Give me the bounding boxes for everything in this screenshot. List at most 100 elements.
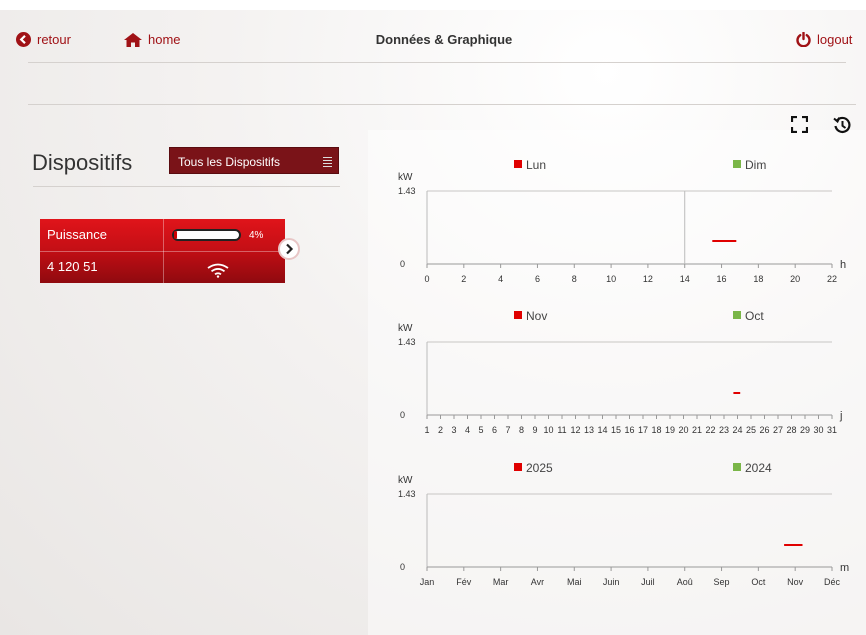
x-tick-label: 14 [597,425,607,435]
x-tick-label: 27 [773,425,783,435]
x-tick-label: Jan [420,577,435,587]
y-axis-label: kW [398,323,413,334]
logout-label: logout [817,32,853,47]
legend-swatch-2 [733,311,741,319]
x-tick-label: 2 [438,425,443,435]
battery-fill [174,231,177,239]
x-tick-label: Nov [787,577,804,587]
x-tick-label: 16 [624,425,634,435]
x-tick-label: 10 [606,274,616,284]
x-axis-label: j [839,410,842,422]
y-axis-label: kW [398,172,413,183]
history-icon[interactable] [833,116,852,135]
x-tick-label: Avr [531,577,544,587]
x-tick-label: 1 [424,425,429,435]
x-tick-label: 20 [678,425,688,435]
x-tick-label: Oct [751,577,766,587]
x-tick-label: 12 [570,425,580,435]
chart-2: Nov OctkW1.430 j1 2 3 4 5 6 7 8 9 10 11 12 13 14 15 16 17 1… [398,309,842,435]
x-tick-label: Juin [603,577,620,587]
x-tick-label: 31 [827,425,837,435]
chart-3: 2025 2024 kW 1.43 0 m Jan Fév Mar Avr Mai Juin Juil A… [398,461,849,587]
x-tick-label: 9 [532,425,537,435]
x-tick-label: Mar [493,577,509,587]
x-tick-label: 2 [461,274,466,284]
x-axis-label: h [840,259,846,271]
x-tick-label: 6 [492,425,497,435]
x-tick-label: 29 [800,425,810,435]
x-tick-label: 7 [505,425,510,435]
devices-divider [33,186,340,187]
devices-select-value: Tous les Dispositifs [178,155,281,169]
x-tick-label: 21 [692,425,702,435]
x-tick-label: 14 [680,274,690,284]
y-tick-zero: 0 [400,259,405,269]
y-tick-top: 1.43 [398,186,416,196]
legend-swatch-1 [514,311,522,319]
legend-swatch-2 [733,463,741,471]
x-tick-label: 8 [572,274,577,284]
legend-label-2: Oct [745,309,764,323]
fullscreen-icon[interactable] [791,116,808,133]
devices-select[interactable]: Tous les Dispositifs [169,147,339,174]
menu-icon [323,157,332,169]
x-tick-label: 22 [827,274,837,284]
x-tick-label: 19 [665,425,675,435]
battery-percent: 4% [249,230,264,241]
x-tick-label: 4 [498,274,503,284]
x-tick-label: Fév [456,577,472,587]
logout-link[interactable]: logout [796,32,852,47]
x-tick-label: 20 [790,274,800,284]
x-tick-label: 18 [651,425,661,435]
x-tick-label: Déc [824,577,841,587]
x-tick-label: Sep [714,577,730,587]
legend-label-2: 2024 [745,461,772,475]
x-ticks: 1 2 3 4 5 6 7 8 9 10 11 12 13 14 15 16 17 18 19 20 21 22 23 24 2… [424,415,837,435]
x-tick-label: Juil [641,577,655,587]
x-tick-label: 8 [519,425,524,435]
x-tick-label: 26 [759,425,769,435]
x-axis-label: m [840,562,849,574]
x-tick-label: 12 [643,274,653,284]
x-tick-label: 5 [478,425,483,435]
x-tick-label: 11 [557,425,566,435]
battery-indicator [172,229,241,241]
device-id: 4 120 51 [47,259,98,274]
x-tick-label: 3 [451,425,456,435]
x-tick-label: 10 [543,425,553,435]
header-divider [28,62,846,63]
x-ticks: 0 2 4 6 8 10 12 14 16 18 20 22 [424,264,837,284]
measure-label: Puissance [47,227,107,242]
next-device-button[interactable] [278,238,300,260]
x-tick-label: 16 [717,274,727,284]
legend-label-1: 2025 [526,461,553,475]
power-icon [796,32,811,47]
y-tick-top: 1.43 [398,489,416,499]
chart-1: Lun Dim kW 1.43 0 h 0 2 4 6 8 10 12 14 16 18 20 22 [398,158,846,284]
wifi-icon [207,263,229,278]
legend-swatch-1 [514,160,522,168]
charts-area: Lun DimkW1.430 h0 2 4 6 8 10 12 14 16 18 20 22Nov Octk… [398,158,849,587]
x-tick-label: 6 [535,274,540,284]
x-tick-label: 13 [584,425,594,435]
x-tick-label: Mai [567,577,582,587]
x-tick-label: 25 [746,425,756,435]
top-bar: retour home Données & Graphique logout [0,10,866,62]
x-tick-label: 24 [732,425,742,435]
device-card[interactable]: Puissance 4 120 51 4% [40,219,285,283]
x-tick-label: 28 [786,425,796,435]
x-tick-label: 23 [719,425,729,435]
page: retour home Données & Graphique logout D… [0,10,866,635]
y-axis-label: kW [398,475,413,486]
x-ticks: Jan Fév Mar Avr Mai Juin Juil Aoû Sep Oct Nov Déc [420,567,841,587]
x-tick-label: 17 [638,425,648,435]
y-tick-top: 1.43 [398,337,416,347]
legend-swatch-2 [733,160,741,168]
chevron-right-icon [286,243,294,255]
subheader-divider [28,104,856,105]
legend-swatch-1 [514,463,522,471]
device-card-row-separator [40,251,285,252]
x-tick-label: 22 [705,425,715,435]
x-tick-label: 30 [813,425,823,435]
x-tick-label: 18 [753,274,763,284]
